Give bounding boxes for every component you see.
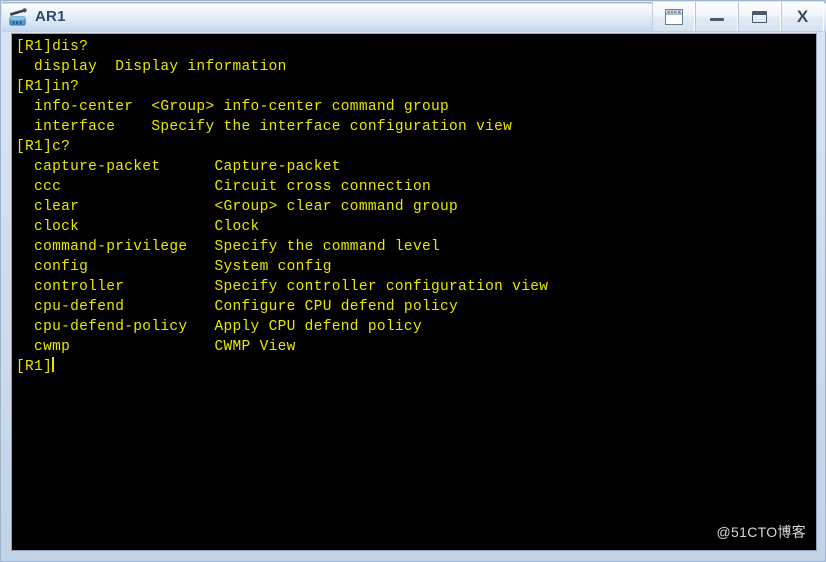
terminal-line: controller Specify controller configurat… [16, 279, 549, 295]
maximize-button[interactable] [738, 2, 781, 31]
terminal-line: info-center <Group> info-center command … [16, 99, 450, 115]
router-icon [7, 5, 31, 29]
close-icon: X [796, 7, 809, 26]
terminal-line: [R1]in? [16, 79, 80, 95]
terminal-line: cwmp CWMP View [16, 339, 296, 355]
terminal-line: config System config [16, 259, 332, 275]
window-controls: X [652, 2, 824, 32]
terminal-line: clock Clock [16, 219, 260, 235]
terminal-line: capture-packet Capture-packet [16, 159, 341, 175]
terminal-line: clear <Group> clear command group [16, 199, 459, 215]
terminal-line: command-privilege Specify the command le… [16, 239, 441, 255]
window-tile-icon [663, 7, 685, 27]
window-titlebar[interactable]: AR1 X [2, 2, 826, 32]
restore-window-button[interactable] [652, 2, 695, 31]
close-button[interactable]: X [781, 2, 824, 31]
watermark-text: @51CTO博客 [716, 524, 806, 540]
maximize-icon [752, 10, 767, 23]
terminal-line: cpu-defend-policy Apply CPU defend polic… [16, 319, 422, 335]
terminal-window: AR1 X [R1]dis? display Display informati… [0, 0, 826, 562]
text-cursor [52, 357, 55, 372]
minimize-icon [709, 17, 724, 21]
minimize-button[interactable] [695, 2, 738, 31]
terminal-output-area[interactable]: [R1]dis? display Display information [R1… [11, 33, 817, 551]
terminal-line: [R1]c? [16, 139, 71, 155]
terminal-line: display Display information [16, 59, 287, 75]
terminal-line: [R1]dis? [16, 39, 89, 55]
terminal-prompt-line[interactable]: [R1] [16, 357, 816, 377]
terminal-text-container: [R1]dis? display Display information [R1… [16, 37, 816, 550]
terminal-line: interface Specify the interface configur… [16, 119, 513, 135]
terminal-line: cpu-defend Configure CPU defend policy [16, 299, 459, 315]
terminal-prompt: [R1] [16, 359, 53, 375]
terminal-line: ccc Circuit cross connection [16, 179, 431, 195]
window-title: AR1 [35, 8, 66, 25]
